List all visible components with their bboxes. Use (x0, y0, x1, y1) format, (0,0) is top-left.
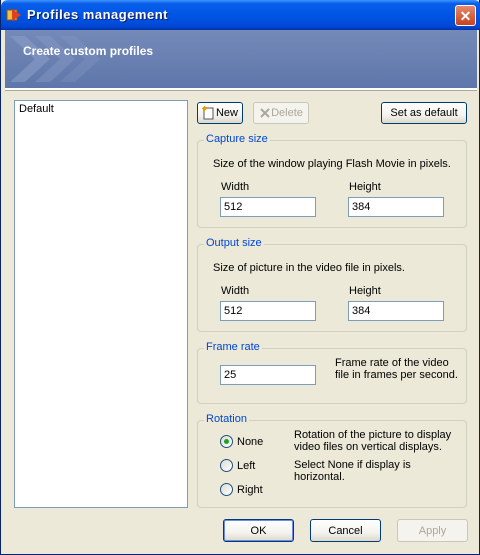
apply-button-label: Apply (418, 524, 447, 537)
frame-rate-description: Frame rate of the video file in frames p… (335, 357, 458, 381)
delete-x-icon (260, 108, 270, 118)
new-button-label: New (215, 107, 238, 119)
list-item[interactable]: Default (15, 101, 187, 117)
rotation-none-option[interactable]: None (220, 435, 263, 448)
output-width-input[interactable]: 512 (220, 301, 316, 321)
capture-size-group: Capture size Size of the window playing … (197, 133, 467, 228)
output-size-group: Output size Size of picture in the video… (197, 237, 467, 332)
output-height-label: Height (349, 285, 381, 297)
capture-size-legend: Capture size (204, 133, 270, 145)
profile-list[interactable]: Default (14, 100, 188, 508)
rotation-group: Rotation None Left Right Rotation of the… (197, 413, 467, 508)
rotation-left-option[interactable]: Left (220, 459, 255, 472)
output-size-description: Size of picture in the video file in pix… (213, 262, 405, 274)
close-icon: ✕ (459, 7, 472, 24)
radio-none[interactable] (220, 435, 233, 448)
banner-divider (5, 88, 477, 91)
ok-button[interactable]: OK (223, 519, 294, 542)
close-button[interactable]: ✕ (455, 5, 476, 26)
profiles-management-window: Profiles management ✕ Create custom prof… (0, 0, 480, 555)
set-as-default-button[interactable]: Set as default (381, 102, 467, 124)
output-width-label: Width (221, 285, 250, 297)
window-title: Profiles management (27, 7, 168, 22)
title-bar[interactable]: Profiles management ✕ (1, 0, 480, 30)
rotation-right-label: Right (237, 483, 263, 496)
app-icon (6, 9, 21, 21)
cancel-button[interactable]: Cancel (310, 519, 381, 542)
frame-rate-input[interactable]: 25 (220, 365, 316, 385)
rotation-none-label: None (237, 435, 264, 448)
cancel-button-label: Cancel (328, 524, 363, 537)
radio-right[interactable] (220, 483, 233, 496)
capture-height-label: Height (349, 181, 381, 193)
rotation-left-label: Left (237, 459, 256, 472)
delete-button-label: Delete (271, 107, 303, 119)
new-document-icon (201, 106, 214, 120)
frame-rate-group: Frame rate 25 Frame rate of the video fi… (197, 341, 467, 404)
rotation-legend: Rotation (204, 413, 249, 425)
set-as-default-label: Set as default (390, 107, 458, 119)
frame-rate-legend: Frame rate (204, 341, 262, 353)
header-banner: Create custom profiles (5, 30, 477, 88)
new-button[interactable]: New (197, 102, 243, 124)
output-size-legend: Output size (204, 237, 264, 249)
delete-button[interactable]: Delete (253, 102, 309, 124)
ok-button-label: OK (250, 524, 267, 537)
capture-width-input[interactable]: 512 (220, 197, 316, 217)
capture-size-description: Size of the window playing Flash Movie i… (213, 158, 451, 170)
capture-width-label: Width (221, 181, 250, 193)
output-height-input[interactable]: 384 (348, 301, 444, 321)
capture-height-input[interactable]: 384 (348, 197, 444, 217)
rotation-description: Rotation of the picture to display video… (294, 429, 452, 453)
banner-heading: Create custom profiles (23, 44, 154, 58)
radio-left[interactable] (220, 459, 233, 472)
rotation-hint: Select None if display is horizontal. (294, 459, 411, 483)
rotation-right-option[interactable]: Right (220, 483, 263, 496)
apply-button[interactable]: Apply (397, 519, 468, 542)
chevron-arrows-icon (10, 36, 100, 82)
